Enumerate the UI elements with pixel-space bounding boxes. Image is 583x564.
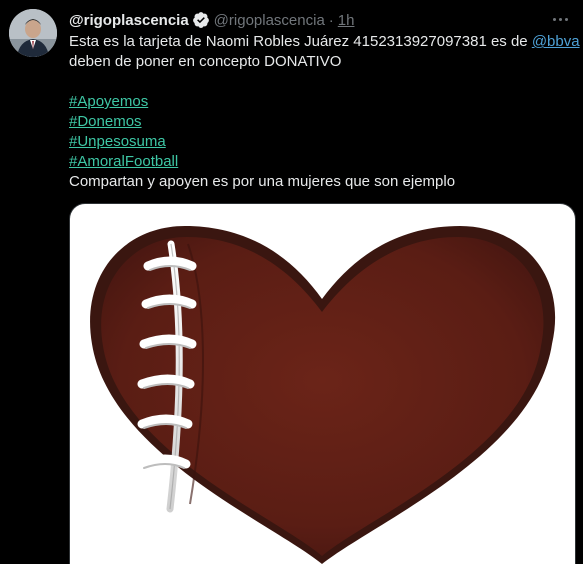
tweet-header: @rigoplascencia @rigoplascencia · 1h [69,9,583,31]
tweet-line-1: Esta es la tarjeta de Naomi Robles Juáre… [69,32,580,52]
tweet-line-1-text: Esta es la tarjeta de Naomi Robles Juáre… [69,33,532,50]
header-separator: · [328,11,334,29]
tweet-media-image[interactable] [69,203,576,564]
tweet-text: Esta es la tarjeta de Naomi Robles Juáre… [69,32,580,192]
tweet-closing: Compartan y apoyen es por una mujeres qu… [69,173,456,190]
avatar-photo-icon [9,9,57,57]
verified-badge-icon [192,12,209,28]
football-heart-image [90,226,556,564]
hashtag-link[interactable]: #Donemos [69,113,142,130]
author-handle[interactable]: @rigoplascencia [214,12,325,29]
tweet-timestamp[interactable]: 1h [338,12,355,29]
hashtag-link[interactable]: #Unpesosuma [69,133,166,150]
tweet-line-1-end: y [580,33,583,50]
mention-link[interactable]: @bbva [532,33,580,50]
more-options-icon[interactable] [549,10,571,28]
hashtag-link[interactable]: #AmoralFootball [69,153,178,170]
author-display-name[interactable]: @rigoplascencia [69,12,189,29]
tweet[interactable]: @rigoplascencia @rigoplascencia · 1h Est… [0,0,583,564]
hashtag-link[interactable]: #Apoyemos [69,93,148,110]
tweet-line-2: deben de poner en concepto DONATIVO [69,53,342,70]
author-avatar[interactable] [9,9,57,57]
